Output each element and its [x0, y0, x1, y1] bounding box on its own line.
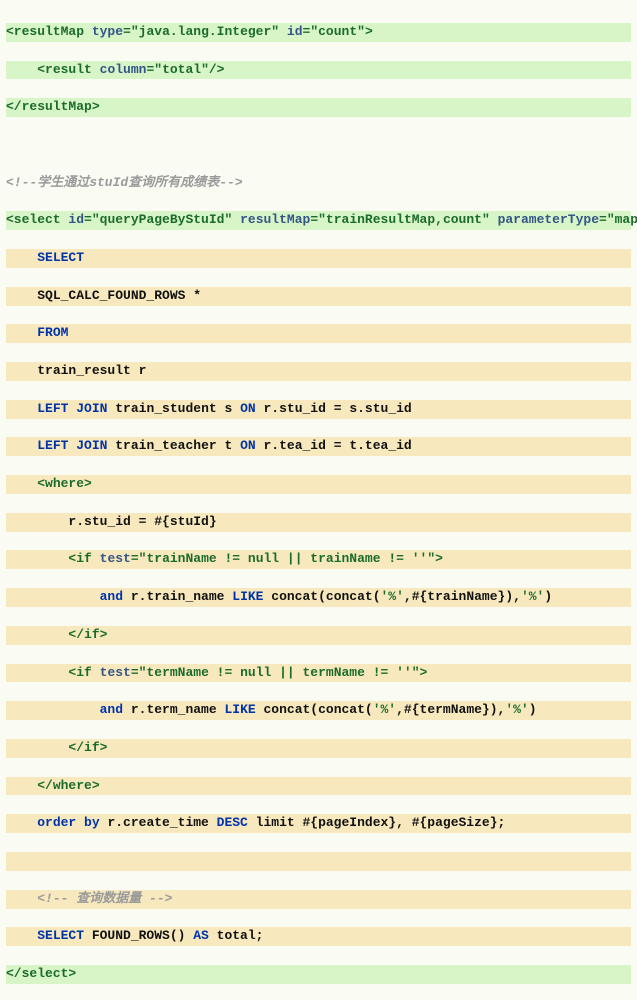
comment-line: <!-- 查询数据量 -->	[6, 890, 631, 909]
blank-line	[6, 852, 631, 871]
xml-tag: <resultMap	[6, 24, 84, 39]
code-line: and r.term_name LIKE concat(concat('%',#…	[6, 701, 631, 720]
code-line: </if>	[6, 739, 631, 758]
code-line: </where>	[6, 777, 631, 796]
comment-line: <!--学生通过stuId查询所有成绩表-->	[6, 174, 631, 193]
code-line: </resultMap>	[6, 98, 631, 117]
code-line: SQL_CALC_FOUND_ROWS *	[6, 287, 631, 306]
code-line: <result column="total"/>	[6, 61, 631, 80]
code-line: LEFT JOIN train_student s ON r.stu_id = …	[6, 400, 631, 419]
code-line: <select id="queryPageByStuId" resultMap=…	[6, 211, 631, 230]
code-line: </select>	[6, 965, 631, 984]
code-line: </if>	[6, 626, 631, 645]
code-line: FROM	[6, 324, 631, 343]
code-line: <if test="termName != null || termName !…	[6, 664, 631, 683]
code-line: SELECT	[6, 249, 631, 268]
code-line: and r.train_name LIKE concat(concat('%',…	[6, 588, 631, 607]
code-line: r.stu_id = #{stuId}	[6, 513, 631, 532]
code-line: <where>	[6, 475, 631, 494]
code-line: train_result r	[6, 362, 631, 381]
xml-code-snippet: <resultMap type="java.lang.Integer" id="…	[0, 0, 637, 1000]
code-line: <if test="trainName != null || trainName…	[6, 550, 631, 569]
code-line: order by r.create_time DESC limit #{page…	[6, 814, 631, 833]
code-line: LEFT JOIN train_teacher t ON r.tea_id = …	[6, 437, 631, 456]
code-line: <resultMap type="java.lang.Integer" id="…	[6, 23, 631, 42]
code-line: SELECT FOUND_ROWS() AS total;	[6, 927, 631, 946]
blank-line	[6, 136, 631, 155]
